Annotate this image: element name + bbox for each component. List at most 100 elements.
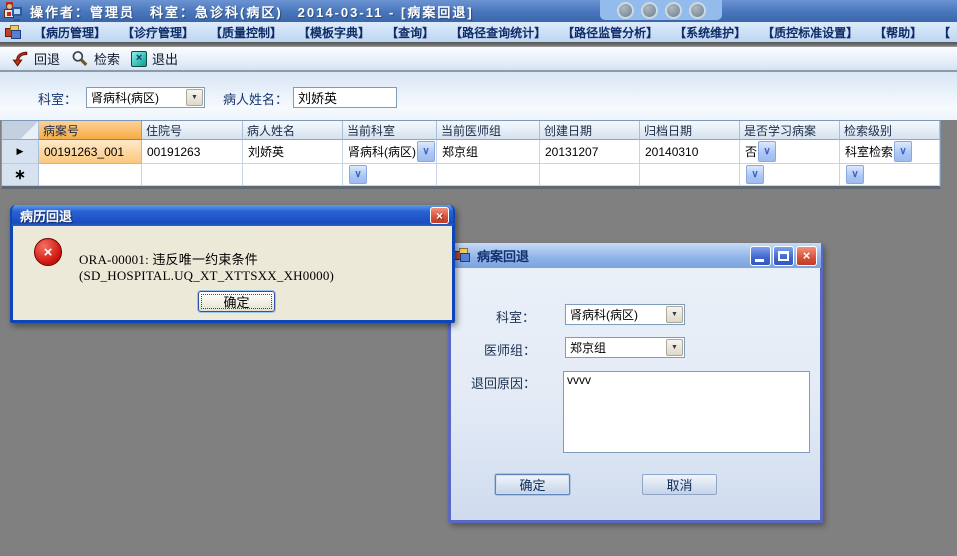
error-dialog: 病历回退 × × ORA-00001: 违反唯一约束条件 (SD_HOSPITA… [10, 205, 455, 323]
menu-item-partial[interactable]: 【 [938, 24, 950, 41]
window-title: 操作者：管理员 科室：急诊科(病区) 2014-03-11 - [病案回退] [30, 4, 474, 20]
return-cancel-label: 取消 [666, 478, 693, 493]
rollback-button[interactable]: 回退 [11, 49, 60, 68]
cell-study-case-dropdown-icon[interactable]: ∨ [758, 141, 777, 162]
cell-create-date[interactable]: 20131207 [540, 140, 640, 164]
app-logo-icon [4, 1, 22, 21]
exit-label: 退出 [152, 52, 179, 67]
menu-item-path-query-stats[interactable]: 【路径查询统计】 [450, 24, 546, 41]
cell-current-dept-value: 肾病科(病区) [348, 145, 416, 159]
new-cell-admission-no[interactable] [142, 164, 243, 186]
menu-item-help[interactable]: 【帮助】 [874, 24, 922, 41]
new-cell-current-dept[interactable]: ∨ [343, 164, 437, 186]
patient-name-input[interactable] [293, 87, 397, 108]
error-dialog-title-bar[interactable]: 病历回退 × [12, 205, 453, 226]
error-icon: × [34, 238, 62, 266]
new-cell-study-case[interactable]: ∨ [740, 164, 840, 186]
column-header-admission-no[interactable]: 住院号 [142, 121, 243, 140]
row-selector-current[interactable]: ▶ [2, 140, 39, 164]
dept-filter-combobox[interactable]: 肾病科(病区) ▼ [86, 87, 205, 108]
menu-bar: 【病历管理】 【诊疗管理】 【质量控制】 【模板字典】 【查询】 【路径查询统计… [0, 22, 957, 42]
column-header-doctor-group[interactable]: 当前医师组 [437, 121, 540, 140]
new-cell-doctor-group[interactable] [437, 164, 540, 186]
cell-search-level-dropdown-icon[interactable]: ∨ [894, 141, 913, 162]
search-button[interactable]: 检索 [71, 49, 120, 68]
new-cell-search-level[interactable]: ∨ [840, 164, 940, 186]
column-header-search-level[interactable]: 检索级别 [840, 121, 940, 140]
cell-current-dept[interactable]: 肾病科(病区) ∨ [343, 140, 437, 164]
new-row-icon: ∗ [14, 166, 26, 182]
table-corner-selector[interactable] [2, 121, 39, 140]
search-label: 检索 [94, 52, 121, 67]
error-message: ORA-00001: 违反唯一约束条件 (SD_HOSPITAL.UQ_XT_X… [79, 252, 335, 283]
error-dialog-title: 病历回退 [20, 209, 73, 224]
error-ok-label: 确定 [223, 295, 250, 310]
new-cell-patient-name[interactable] [243, 164, 343, 186]
titlebar-circle-button-3[interactable] [664, 1, 682, 19]
cell-admission-no[interactable]: 00191263 [142, 140, 243, 164]
return-ok-button[interactable]: 确定 [495, 474, 570, 495]
new-cell-create-date[interactable] [540, 164, 640, 186]
cell-study-case-value: 否 [745, 145, 758, 159]
menu-item-qc-standard-settings[interactable]: 【质控标准设置】 [762, 24, 858, 41]
return-group-dropdown-icon[interactable]: ▼ [666, 339, 683, 356]
error-ok-button[interactable]: 确定 [198, 291, 275, 312]
return-dialog-title-bar[interactable]: 病案回退 × [450, 243, 821, 268]
current-row-icon: ▶ [16, 146, 24, 156]
row-selector-new[interactable]: ∗ [2, 164, 39, 186]
dept-filter-label: 科室： [38, 92, 78, 107]
maximize-button[interactable] [773, 245, 794, 266]
new-cell-search-level-dropdown-icon[interactable]: ∨ [846, 165, 864, 184]
return-group-value: 郑京组 [570, 341, 607, 355]
cell-archive-date[interactable]: 20140310 [640, 140, 740, 164]
new-cell-case-no[interactable] [39, 164, 142, 186]
minimize-button[interactable] [750, 245, 771, 266]
error-close-button[interactable]: × [430, 207, 449, 224]
new-cell-study-case-dropdown-icon[interactable]: ∨ [746, 165, 764, 184]
cell-study-case[interactable]: 否 ∨ [740, 140, 840, 164]
menu-item-diagnosis[interactable]: 【诊疗管理】 [122, 24, 194, 41]
titlebar-circle-button-1[interactable] [616, 1, 634, 19]
new-cell-archive-date[interactable] [640, 164, 740, 186]
dept-filter-dropdown-icon[interactable]: ▼ [186, 89, 203, 106]
exit-button[interactable]: × 退出 [131, 49, 178, 68]
titlebar-button-band [600, 0, 722, 20]
column-header-case-no[interactable]: 病案号 [39, 121, 142, 140]
cell-case-no[interactable]: 00191263_001 [39, 140, 142, 164]
return-case-dialog: 病案回退 × 科室： 肾病科(病区) ▼ 医师组： 郑京组 ▼ 退回原因： vv… [448, 243, 823, 523]
column-header-study-case[interactable]: 是否学习病案 [740, 121, 840, 140]
column-header-create-date[interactable]: 创建日期 [540, 121, 640, 140]
return-cancel-button[interactable]: 取消 [642, 474, 717, 495]
return-group-combobox[interactable]: 郑京组 ▼ [565, 337, 685, 358]
menu-item-template-dict[interactable]: 【模板字典】 [298, 24, 370, 41]
menu-item-quality-control[interactable]: 【质量控制】 [210, 24, 282, 41]
close-button[interactable]: × [796, 245, 817, 266]
rollback-arrow-icon [12, 51, 28, 67]
titlebar-circle-button-4[interactable] [688, 1, 706, 19]
records-table: 病案号 住院号 病人姓名 当前科室 当前医师组 创建日期 归档日期 是否学习病案… [1, 120, 941, 189]
toolbar: 回退 检索 × 退出 [0, 47, 957, 70]
menu-item-system-maintenance[interactable]: 【系统维护】 [674, 24, 746, 41]
cell-current-dept-dropdown-icon[interactable]: ∨ [417, 141, 435, 162]
cell-patient-name[interactable]: 刘娇英 [243, 140, 343, 164]
cell-search-level[interactable]: 科室检索 ∨ [840, 140, 940, 164]
return-reason-textarea[interactable]: vvvv [563, 371, 810, 453]
column-header-archive-date[interactable]: 归档日期 [640, 121, 740, 140]
titlebar-circle-button-2[interactable] [640, 1, 658, 19]
column-header-current-dept[interactable]: 当前科室 [343, 121, 437, 140]
menu-item-query[interactable]: 【查询】 [386, 24, 434, 41]
search-icon [72, 51, 88, 66]
return-dept-combobox[interactable]: 肾病科(病区) ▼ [565, 304, 685, 325]
return-ok-label: 确定 [519, 478, 546, 493]
cell-search-level-value: 科室检索 [845, 145, 894, 159]
column-header-patient-name[interactable]: 病人姓名 [243, 121, 343, 140]
return-dept-dropdown-icon[interactable]: ▼ [666, 306, 683, 323]
menu-item-path-supervision[interactable]: 【路径监管分析】 [562, 24, 658, 41]
cell-doctor-group[interactable]: 郑京组 [437, 140, 540, 164]
return-dept-value: 肾病科(病区) [570, 308, 638, 322]
return-dept-label: 科室： [496, 310, 536, 325]
patient-name-label: 病人姓名： [223, 92, 289, 107]
return-group-label: 医师组： [484, 343, 537, 358]
menu-item-medical-records[interactable]: 【病历管理】 [34, 24, 106, 41]
new-cell-current-dept-dropdown-icon[interactable]: ∨ [349, 165, 367, 184]
